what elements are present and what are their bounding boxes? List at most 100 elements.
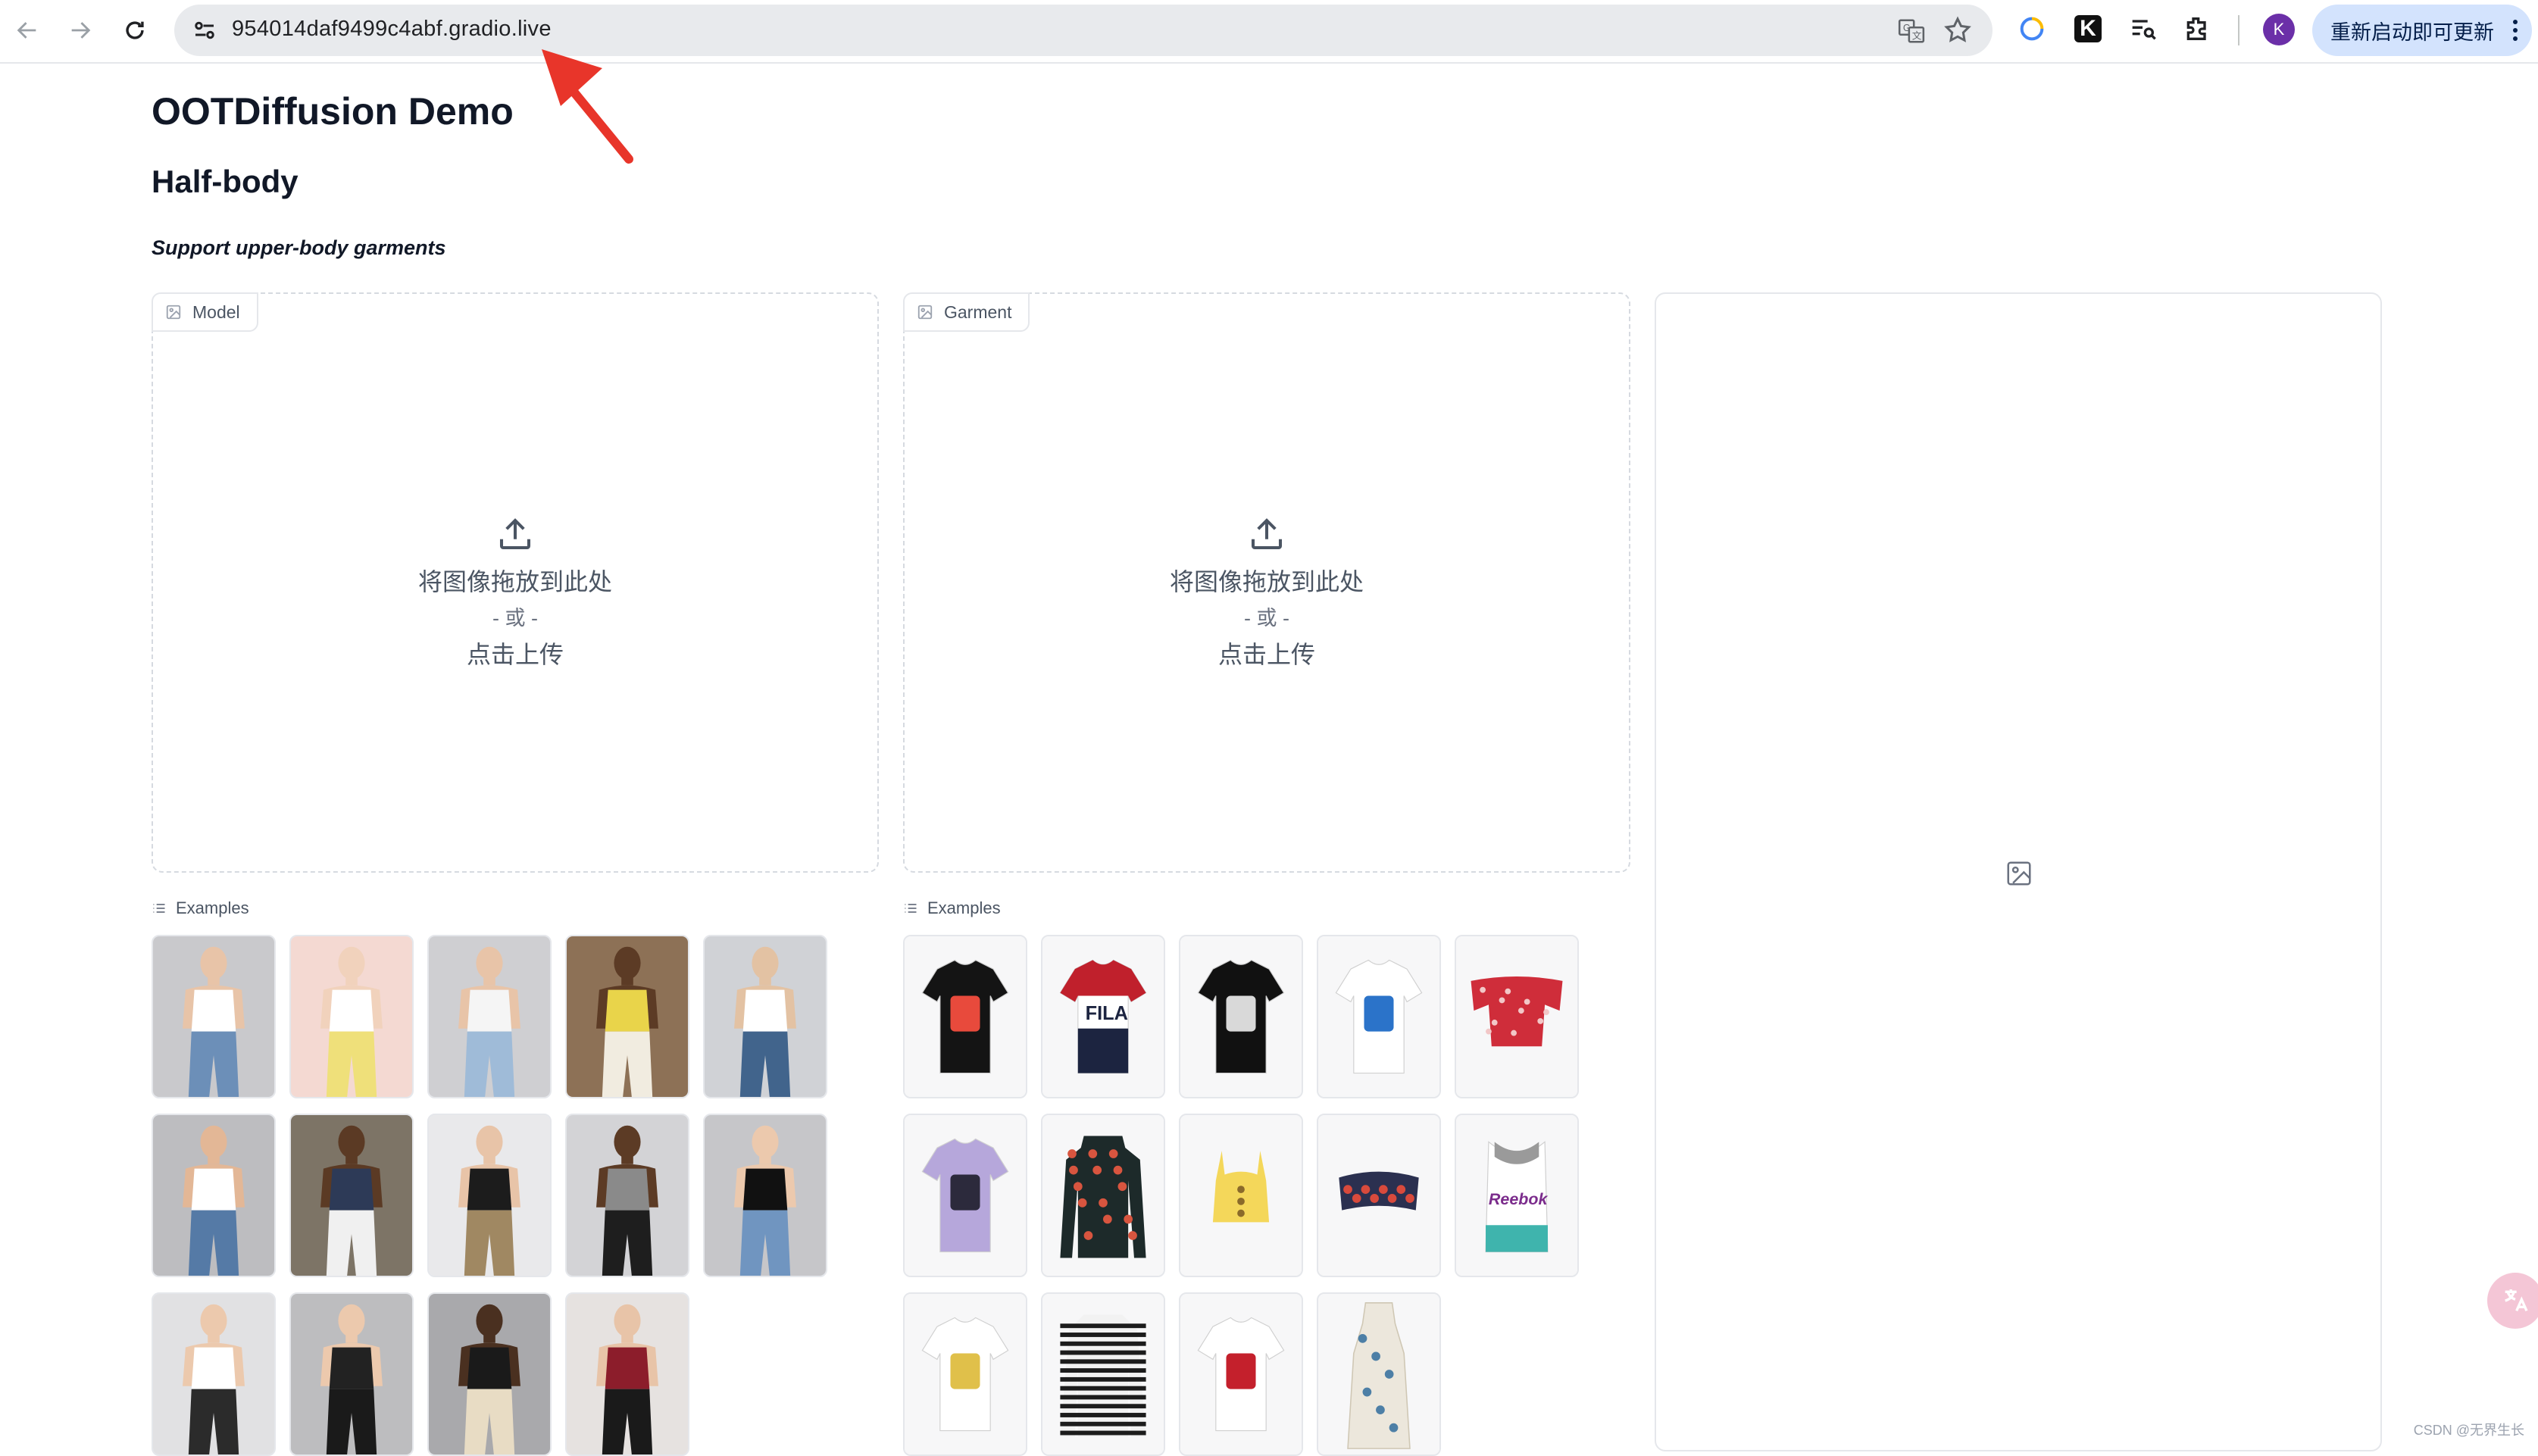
- garment-example-image: [1318, 1115, 1439, 1276]
- model-example-thumbnail[interactable]: [289, 935, 414, 1098]
- url-text[interactable]: 954014daf9499c4abf.gradio.live: [232, 17, 552, 42]
- garment-example-thumbnail[interactable]: [1041, 1292, 1165, 1456]
- model-drop-text: 将图像拖放到此处: [417, 568, 612, 595]
- output-image-panel: [1655, 292, 2382, 1451]
- model-example-image: [291, 1294, 412, 1454]
- model-example-image: [429, 1115, 550, 1276]
- translate-icon[interactable]: G文: [1897, 17, 1926, 45]
- forward-button[interactable]: [61, 11, 100, 50]
- garment-example-thumbnail[interactable]: [1317, 935, 1441, 1098]
- annotation-arrow-icon: [542, 49, 633, 164]
- extensions-puzzle-icon[interactable]: [2180, 12, 2214, 45]
- bookmark-star-icon[interactable]: [1943, 15, 1973, 45]
- model-example-image: [153, 936, 274, 1097]
- garment-example-thumbnail[interactable]: [1317, 1114, 1441, 1277]
- garment-drop-text: 将图像拖放到此处: [1169, 568, 1364, 595]
- reload-icon: [126, 21, 144, 39]
- address-bar[interactable]: 954014daf9499c4abf.gradio.live G文: [174, 5, 1993, 56]
- garment-example-image: [1042, 1115, 1164, 1276]
- model-example-image: [567, 1115, 688, 1276]
- model-example-thumbnail[interactable]: [565, 935, 689, 1098]
- model-example-image: [705, 1115, 826, 1276]
- model-drop-area[interactable]: 将图像拖放到此处 - 或 - 点击上传: [153, 514, 877, 673]
- garment-example-image: [905, 936, 1026, 1097]
- model-example-thumbnail[interactable]: [152, 1114, 276, 1277]
- model-label-tag: Model: [152, 292, 258, 332]
- garment-example-thumbnail[interactable]: [903, 1114, 1027, 1277]
- more-vert-icon[interactable]: [2512, 18, 2518, 42]
- model-example-thumbnail[interactable]: [565, 1114, 689, 1277]
- image-icon: [917, 305, 933, 320]
- model-example-thumbnail[interactable]: [152, 935, 276, 1098]
- watermark: CSDN @无界生长: [2413, 1423, 2524, 1438]
- model-example-thumbnail[interactable]: [565, 1292, 689, 1456]
- svg-text:文: 文: [1912, 30, 1922, 41]
- model-examples-label: Examples: [176, 898, 249, 917]
- site-settings-icon[interactable]: [191, 17, 218, 44]
- model-example-image: [429, 936, 550, 1097]
- garment-examples-label: Examples: [927, 898, 1001, 917]
- relaunch-update-button[interactable]: 重新启动即可更新: [2312, 5, 2532, 56]
- garment-click-upload-text[interactable]: 点击上传: [905, 636, 1629, 673]
- model-example-image: [291, 936, 412, 1097]
- garment-example-thumbnail[interactable]: [903, 1292, 1027, 1456]
- model-example-thumbnail[interactable]: [703, 1114, 827, 1277]
- model-example-image: [705, 936, 826, 1097]
- list-icon: [905, 904, 917, 913]
- garment-example-image: [905, 1115, 1026, 1276]
- profile-avatar[interactable]: K: [2263, 14, 2295, 45]
- list-icon: [153, 904, 165, 913]
- translate-float-button[interactable]: [2487, 1273, 2538, 1329]
- image-placeholder-icon: [2007, 861, 2031, 886]
- back-button[interactable]: [8, 11, 47, 50]
- garment-example-thumbnail[interactable]: [1179, 935, 1303, 1098]
- garment-example-thumbnail[interactable]: [1179, 1114, 1303, 1277]
- garment-example-thumbnail[interactable]: [903, 935, 1027, 1098]
- model-example-image: [153, 1294, 274, 1454]
- garment-example-image: [1042, 1294, 1164, 1454]
- model-example-image: [567, 936, 688, 1097]
- page-title: OOTDiffusion Demo: [152, 90, 514, 133]
- model-example-thumbnail[interactable]: [427, 1292, 552, 1456]
- k-extension-icon[interactable]: K: [2074, 15, 2102, 42]
- garment-example-image: [1180, 936, 1302, 1097]
- garment-example-thumbnail[interactable]: FILA: [1041, 935, 1165, 1098]
- reload-button[interactable]: [115, 11, 155, 50]
- garment-examples-header: Examples: [903, 898, 1001, 918]
- garment-example-thumbnail[interactable]: [1317, 1292, 1441, 1456]
- model-upload-dropzone[interactable]: Model 将图像拖放到此处 - 或 - 点击上传: [152, 292, 879, 873]
- svg-text:FILA: FILA: [1086, 1003, 1128, 1024]
- garment-example-image: [1456, 936, 1577, 1097]
- svg-text:Reebok: Reebok: [1489, 1190, 1549, 1208]
- extension-loader-icon[interactable]: [2015, 12, 2049, 45]
- garment-label: Garment: [944, 302, 1012, 322]
- garment-example-image: [905, 1294, 1026, 1454]
- model-example-thumbnail[interactable]: [703, 935, 827, 1098]
- tab-search-extension-icon[interactable]: [2126, 12, 2159, 45]
- model-example-thumbnail[interactable]: [289, 1114, 414, 1277]
- image-icon: [166, 305, 181, 320]
- garment-upload-dropzone[interactable]: Garment 将图像拖放到此处 - 或 - 点击上传: [903, 292, 1630, 873]
- model-example-image: [291, 1115, 412, 1276]
- model-example-thumbnail[interactable]: [152, 1292, 276, 1456]
- garment-drop-area[interactable]: 将图像拖放到此处 - 或 - 点击上传: [905, 514, 1629, 673]
- garment-example-thumbnail[interactable]: [1041, 1114, 1165, 1277]
- model-example-thumbnail[interactable]: [427, 1114, 552, 1277]
- garment-example-image: Reebok: [1456, 1115, 1577, 1276]
- model-example-thumbnail[interactable]: [427, 935, 552, 1098]
- garment-example-image: [1318, 1294, 1439, 1454]
- update-button-label: 重新启动即可更新: [2330, 20, 2494, 44]
- garment-example-image: FILA: [1042, 936, 1164, 1097]
- browser-toolbar: 954014daf9499c4abf.gradio.live G文 K K 重新…: [0, 0, 2538, 64]
- garment-example-thumbnail[interactable]: [1455, 935, 1579, 1098]
- model-example-thumbnail[interactable]: [289, 1292, 414, 1456]
- translate-icon: [2505, 1289, 2528, 1312]
- upload-icon: [1251, 518, 1283, 550]
- garment-label-tag: Garment: [903, 292, 1030, 332]
- garment-example-thumbnail[interactable]: [1179, 1292, 1303, 1456]
- upload-icon: [499, 518, 531, 550]
- model-click-upload-text[interactable]: 点击上传: [153, 636, 877, 673]
- garment-example-thumbnail[interactable]: Reebok: [1455, 1114, 1579, 1277]
- toolbar-divider: [2238, 15, 2240, 45]
- model-examples-header: Examples: [152, 898, 249, 918]
